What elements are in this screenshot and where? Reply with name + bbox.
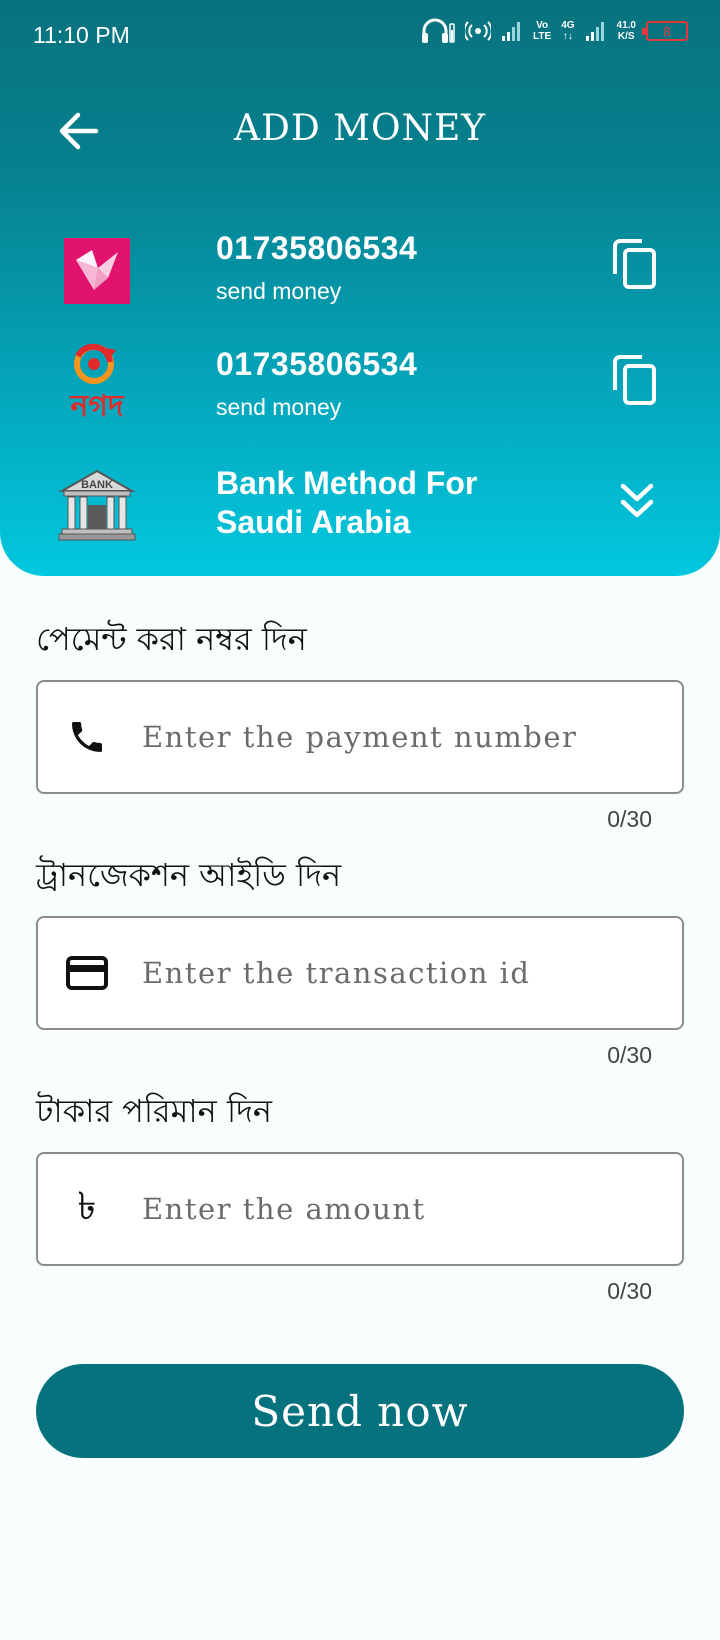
nagad-number: 01735806534 <box>216 346 418 382</box>
phone-icon <box>64 714 110 760</box>
payment-number-counter: 0/30 <box>607 806 652 832</box>
amount-input[interactable] <box>142 1154 662 1264</box>
method-nagad: নগদ 01735806534 send money <box>0 334 720 444</box>
amount-counter: 0/30 <box>607 1278 652 1304</box>
status-icons: Vo LTE 4G ↑↓ 41.0 K/S 8 <box>421 18 688 44</box>
transaction-id-counter: 0/30 <box>607 1042 652 1068</box>
battery-icon: 8 <box>642 21 688 41</box>
hotspot-icon <box>465 20 492 42</box>
volte-indicator: Vo LTE <box>533 20 552 42</box>
bkash-number: 01735806534 <box>216 230 418 266</box>
transaction-id-field[interactable] <box>36 916 684 1030</box>
expand-bank-button[interactable] <box>610 476 664 530</box>
nagad-logo: নগদ <box>58 343 136 424</box>
payment-number-label: পেমেন্ট করা নম্বর দিন <box>36 620 307 658</box>
transaction-id-input[interactable] <box>142 918 662 1028</box>
page-title: ADD MONEY <box>233 108 487 149</box>
send-now-button[interactable]: Send now <box>36 1364 684 1458</box>
app-bar: ADD MONEY <box>0 90 720 176</box>
bkash-subtitle: send money <box>216 278 342 304</box>
copy-button-nagad[interactable] <box>608 352 662 412</box>
payment-number-input[interactable] <box>142 682 662 792</box>
bkash-logo <box>58 232 136 310</box>
nagad-subtitle: send money <box>216 394 342 420</box>
copy-button-bkash[interactable] <box>608 236 662 296</box>
signal-icon <box>501 20 523 42</box>
payment-number-field[interactable] <box>36 680 684 794</box>
network-type: 4G ↑↓ <box>561 20 575 42</box>
svg-text:নগদ: নগদ <box>69 389 125 424</box>
transaction-id-label: ট্রানজেকশন আইডি দিন <box>36 856 342 894</box>
network-speed: 41.0 K/S <box>616 20 636 42</box>
status-time: 11:10 PM <box>33 22 130 48</box>
copy-icon <box>612 238 658 294</box>
signal-icon <box>585 20 607 42</box>
chevron-double-down-icon <box>619 481 655 525</box>
bank-logo: BANK <box>58 466 136 544</box>
method-bank[interactable]: BANK Bank Method For Saudi Arabia <box>0 454 720 564</box>
amount-field[interactable]: ৳ <box>36 1152 684 1266</box>
card-icon <box>64 950 110 996</box>
status-bar: 11:10 PM Vo LTE 4G ↑↓ 41.0 K/S 8 <box>0 0 720 72</box>
amount-label: টাকার পরিমান দিন <box>36 1092 273 1130</box>
headphones-icon <box>421 18 455 44</box>
header-panel: 11:10 PM Vo LTE 4G ↑↓ 41.0 K/S 8 ADD MON… <box>0 0 720 576</box>
method-bkash: 01735806534 send money <box>0 218 720 328</box>
svg-text:BANK: BANK <box>81 479 113 491</box>
taka-icon: ৳ <box>77 1184 97 1228</box>
bank-title: Bank Method For Saudi Arabia <box>216 465 478 540</box>
copy-icon <box>612 354 658 410</box>
